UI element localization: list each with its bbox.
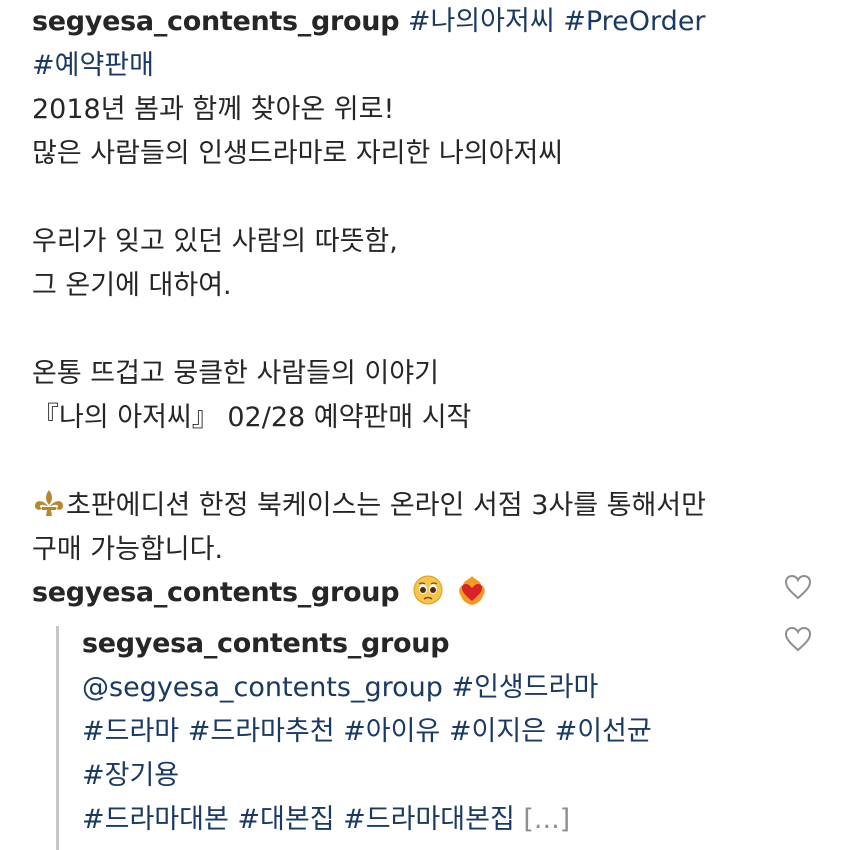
caption-hashtag-presale[interactable]: #예약판매 [32, 44, 832, 88]
caption-line: 2018년 봄과 함께 찾아온 위로! [32, 94, 395, 125]
caption-blank [32, 308, 832, 352]
caption-bookcase-text: 초판에디션 한정 북케이스는 온라인 서점 3사를 통해서만 [66, 490, 706, 521]
caption-username[interactable]: segyesa_contents_group [32, 6, 400, 37]
caption-header-line: segyesa_contents_group #나의아저씨 #PreOrder [32, 0, 832, 44]
more-link[interactable]: [...] [523, 804, 570, 835]
reply-username[interactable]: segyesa_contents_group [82, 622, 782, 666]
reply-hashtags-line[interactable]: #드라마 #드라마추천 #아이유 #이지은 #이선균 [82, 710, 782, 754]
pleading-face-emoji [412, 574, 444, 606]
fleur-de-lis-icon [32, 488, 66, 518]
reply-hashtags-last-line: #드라마대본 #대본집 #드라마대본집 [...] [82, 798, 782, 842]
caption-bookcase-line: 초판에디션 한정 북케이스는 온라인 서점 3사를 통해서만 [32, 484, 832, 528]
reply-mention-line[interactable]: @segyesa_contents_group #인생드라마 [82, 666, 782, 710]
caption-hashtags[interactable]: #나의아저씨 #PreOrder [408, 6, 706, 37]
caption-line: 많은 사람들의 인생드라마로 자리한 나의아저씨 [32, 138, 564, 169]
comment: segyesa_contents_group [32, 570, 822, 616]
caption-blank [32, 176, 832, 220]
like-reply-heart-icon[interactable] [783, 625, 813, 653]
caption-line: 『나의 아저씨』 02/28 예약판매 시작 [32, 402, 472, 433]
heart-on-fire-emoji [456, 574, 488, 606]
caption-line: 온통 뜨겁고 뭉클한 사람들의 이야기 [32, 358, 439, 389]
reply-hashtags[interactable]: #드라마대본 #대본집 #드라마대본집 [82, 804, 515, 835]
like-comment-heart-icon[interactable] [783, 573, 813, 601]
caption-line: 구매 가능합니다. [32, 534, 224, 565]
caption-line: 우리가 잊고 있던 사람의 따뜻함, [32, 226, 398, 257]
reply-hashtags-line[interactable]: #장기용 [82, 754, 782, 798]
caption-blank [32, 440, 832, 484]
caption-line: 그 온기에 대하여. [32, 270, 232, 301]
reply-thread-line [56, 626, 59, 850]
reply-comment: segyesa_contents_group @segyesa_contents… [82, 622, 782, 842]
comment-username[interactable]: segyesa_contents_group [32, 577, 400, 608]
post-caption: segyesa_contents_group #나의아저씨 #PreOrder … [32, 0, 832, 572]
